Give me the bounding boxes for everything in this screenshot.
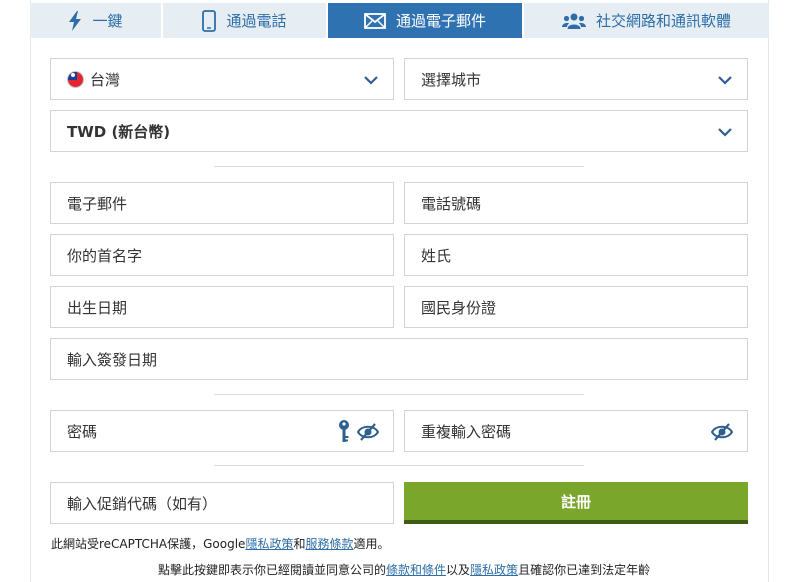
promo-code-field[interactable]: 輸入促銷代碼（如有） (50, 482, 394, 524)
recaptcha-prefix: 此網站受reCAPTCHA保護，Google (51, 537, 246, 551)
repeat-password-field[interactable]: 重複輸入密碼 (404, 410, 748, 452)
chevron-down-icon (718, 128, 732, 137)
eye-slash-icon[interactable] (357, 422, 379, 442)
issue-date-placeholder: 輸入簽發日期 (67, 350, 158, 369)
currency-select[interactable]: TWD (新台幣) (50, 110, 748, 152)
country-value: 台灣 (90, 70, 121, 89)
divider (214, 394, 584, 395)
birthdate-field[interactable]: 出生日期 (50, 286, 394, 328)
phone-placeholder: 電話號碼 (421, 194, 482, 213)
tab-label: 通過電子郵件 (395, 12, 486, 30)
currency-value: TWD (新台幣) (67, 122, 171, 141)
divider (214, 166, 584, 167)
tab-label: 一鍵 (92, 12, 123, 30)
register-button-label: 註冊 (560, 492, 591, 511)
phone-icon (202, 9, 217, 32)
birthdate-placeholder: 出生日期 (67, 298, 128, 317)
last-name-field[interactable]: 姓氏 (404, 234, 748, 276)
privacy-policy-link[interactable]: 隱私政策 (245, 537, 293, 551)
tab-phone[interactable]: 通過電話 (163, 3, 328, 38)
promo-code-placeholder: 輸入促銷代碼（如有） (67, 494, 218, 513)
registration-method-tabs: 一鍵 通過電話 通過電子郵件 社交網路和通訊軟體 (30, 3, 769, 38)
issue-date-field[interactable]: 輸入簽發日期 (50, 338, 748, 380)
tab-email[interactable]: 通過電子郵件 (328, 3, 524, 38)
last-name-placeholder: 姓氏 (421, 246, 452, 265)
register-button[interactable]: 註冊 (404, 482, 748, 524)
terms-of-service-link[interactable]: 服務條款 (305, 537, 353, 551)
tab-label: 通過電話 (226, 12, 287, 30)
taiwan-flag-icon (67, 70, 84, 88)
city-placeholder: 選擇城市 (421, 70, 482, 89)
password-field[interactable]: 密碼 (50, 410, 394, 452)
chevron-down-icon (364, 76, 378, 85)
national-id-field[interactable]: 國民身份證 (404, 286, 748, 328)
email-field[interactable]: 電子郵件 (50, 182, 394, 224)
phone-field[interactable]: 電話號碼 (404, 182, 748, 224)
consent-prefix: 點擊此按鍵即表示你已經閱讀並同意公司的 (158, 563, 387, 577)
country-select[interactable]: 台灣 (50, 58, 394, 100)
consent-middle: 以及 (446, 563, 471, 577)
first-name-placeholder: 你的首名字 (67, 246, 143, 265)
recaptcha-notice: 此網站受reCAPTCHA保護，Google隱私政策和服務條款適用。 (51, 535, 390, 552)
divider (214, 465, 584, 466)
repeat-password-placeholder: 重複輸入密碼 (421, 422, 512, 441)
consent-suffix: 且確認你已達到法定年齡 (518, 563, 651, 577)
first-name-field[interactable]: 你的首名字 (50, 234, 394, 276)
tab-one-click[interactable]: 一鍵 (30, 3, 163, 38)
key-icon[interactable] (337, 419, 351, 445)
national-id-placeholder: 國民身份證 (421, 298, 497, 317)
recaptcha-and: 和 (293, 537, 306, 551)
recaptcha-suffix: 適用。 (353, 537, 390, 551)
city-select[interactable]: 選擇城市 (404, 58, 748, 100)
terms-and-conditions-link[interactable]: 條款和條件 (386, 563, 446, 577)
tab-label: 社交網路和通訊軟體 (595, 12, 731, 30)
eye-slash-icon[interactable] (711, 422, 733, 442)
envelope-icon (364, 12, 386, 29)
users-icon (561, 12, 586, 30)
email-placeholder: 電子郵件 (67, 194, 128, 213)
consent-notice: 點擊此按鍵即表示你已經閱讀並同意公司的條款和條件以及隱私政策且確認你已達到法定年… (158, 561, 650, 578)
lightning-icon (68, 10, 82, 31)
chevron-down-icon (718, 76, 732, 85)
tab-social-messengers[interactable]: 社交網路和通訊軟體 (524, 3, 769, 38)
consent-privacy-policy-link[interactable]: 隱私政策 (470, 563, 518, 577)
